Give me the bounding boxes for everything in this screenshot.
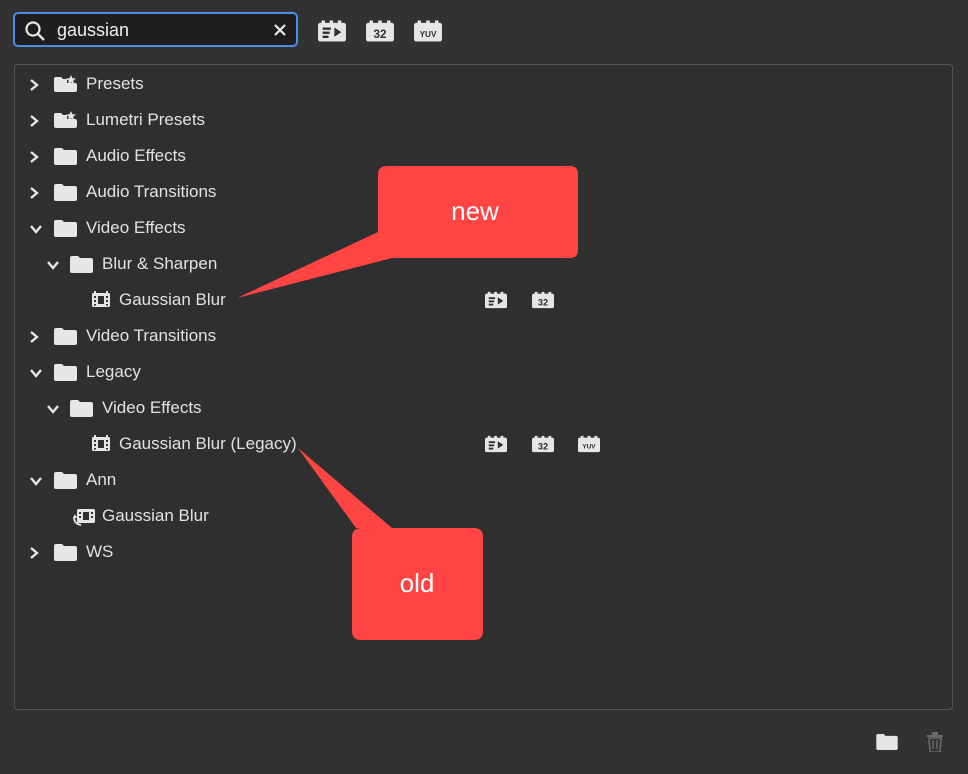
32bit-color-icon: 32 [532,435,554,453]
svg-text:32: 32 [374,28,387,41]
callout-old-label: old [399,568,435,598]
tree-item-ann-gaussian-blur[interactable]: Gaussian Blur [15,505,952,533]
search-input[interactable] [57,20,262,40]
chevron-right-icon[interactable] [27,114,41,128]
folder-icon [54,472,77,489]
trash-icon[interactable] [926,732,944,752]
preset-folder-icon [54,111,77,128]
tree-item-gaussian-blur-legacy[interactable]: Gaussian Blur (Legacy) 32 YUV [15,433,952,461]
video-effect-icon [92,291,110,307]
effects-tree-panel: Presets Lumetri Presets Audio Effects Au… [14,64,953,710]
tree-item-presets[interactable]: Presets [15,73,952,101]
folder-icon [70,400,93,417]
tree-item-label: Gaussian Blur [102,506,209,525]
tree-item-label: Legacy [86,362,141,381]
32bit-color-filter-button[interactable]: 32 [366,20,394,42]
folder-icon [54,184,77,201]
svg-text:YUV: YUV [420,30,437,39]
chevron-right-icon[interactable] [27,150,41,164]
yuv-icon: YUV [578,435,600,453]
tree-item-label: Blur & Sharpen [102,254,218,273]
tree-item-lumetri-presets[interactable]: Lumetri Presets [15,109,952,137]
accelerated-effects-filter-button[interactable] [318,20,346,42]
folder-icon [70,256,93,273]
tree-item-gaussian-blur[interactable]: Gaussian Blur 32 [15,289,952,317]
folder-icon [54,544,77,561]
tree-item-label: Video Effects [86,218,186,237]
tree-item-label: Video Effects [102,398,202,417]
tree-item-ann[interactable]: Ann [15,469,952,497]
preset-folder-icon [54,75,77,92]
tree-item-label: Gaussian Blur [119,290,226,309]
tree-item-video-transitions[interactable]: Video Transitions [15,325,952,353]
effect-preset-icon [73,509,95,526]
callout-new-label: new [451,196,499,226]
search-icon [25,21,45,41]
chevron-down-icon[interactable] [29,366,43,380]
chevron-right-icon[interactable] [27,186,41,200]
chevron-right-icon[interactable] [27,546,41,560]
chevron-right-icon[interactable] [27,78,41,92]
folder-icon [54,328,77,345]
accelerated-effects-icon [485,291,507,309]
svg-text:32: 32 [538,298,548,308]
chevron-down-icon[interactable] [46,402,60,416]
tree-item-blur-sharpen[interactable]: Blur & Sharpen [15,253,952,281]
chevron-down-icon[interactable] [29,222,43,236]
tree-item-label: Audio Effects [86,146,186,165]
tree-item-legacy-video-effects[interactable]: Video Effects [15,397,952,425]
folder-icon [54,148,77,165]
tree-item-label: Video Transitions [86,326,217,345]
tree-item-label: Ann [86,470,117,489]
search-box[interactable] [13,12,298,47]
tree-item-label: Gaussian Blur (Legacy) [119,434,297,453]
32bit-color-icon: 32 [532,291,554,309]
tree-item-label: Audio Transitions [86,182,217,201]
tree-item-label: Lumetri Presets [86,110,206,129]
tree-item-label: Presets [86,74,144,93]
tree-item-ws[interactable]: WS [15,541,952,569]
tree-item-label: WS [86,542,114,561]
folder-icon [54,220,77,237]
chevron-right-icon[interactable] [27,330,41,344]
chevron-down-icon[interactable] [46,258,60,272]
accelerated-effects-icon [485,435,507,453]
folder-icon [54,364,77,381]
clear-search-icon[interactable] [273,23,287,37]
svg-text:32: 32 [538,442,548,452]
yuv-filter-button[interactable]: YUV [414,20,442,42]
tree-item-legacy[interactable]: Legacy [15,361,952,389]
new-folder-icon[interactable] [876,734,898,750]
svg-text:YUV: YUV [582,444,596,451]
tree-item-audio-effects[interactable]: Audio Effects [15,145,952,173]
video-effect-icon [92,435,110,451]
chevron-down-icon[interactable] [29,474,43,488]
